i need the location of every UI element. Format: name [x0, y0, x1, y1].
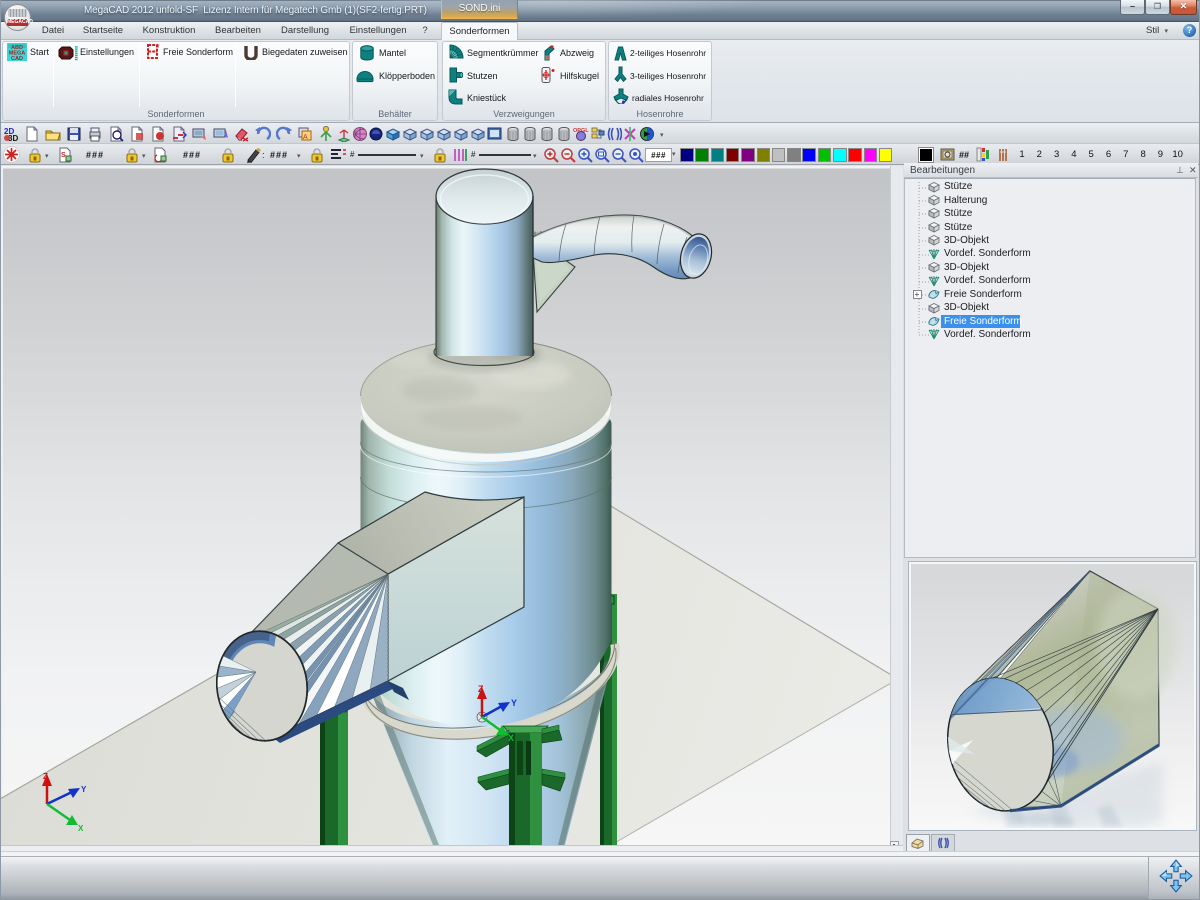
svg-text:X: X [508, 733, 514, 743]
svg-text:CAD: CAD [11, 56, 23, 61]
svg-text:S: S [61, 152, 66, 159]
svg-text:Z: Z [43, 772, 48, 781]
svg-text:A: A [303, 134, 308, 141]
svg-text:f: f [158, 44, 160, 50]
svg-text:X: X [78, 824, 84, 833]
svg-text:Z: Z [478, 684, 484, 694]
svg-text:Y: Y [511, 698, 517, 708]
svg-text:Y: Y [81, 785, 87, 794]
